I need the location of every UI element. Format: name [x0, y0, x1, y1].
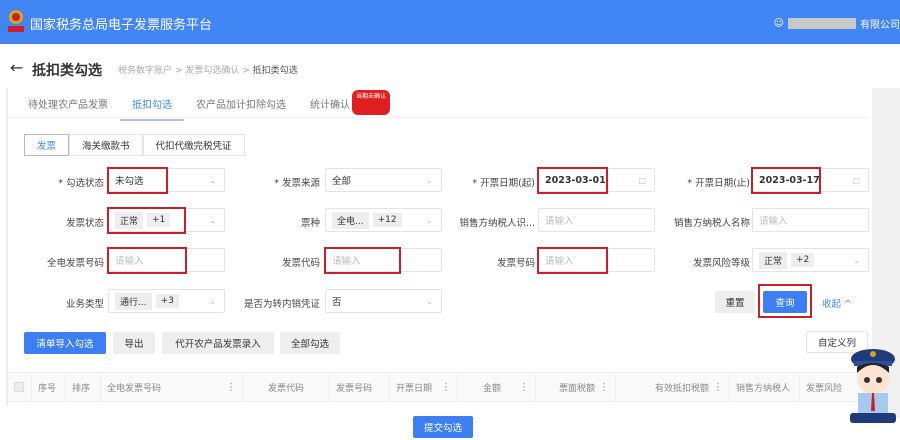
tag-more: +2	[791, 253, 815, 267]
risk-level-select[interactable]: 正常 +2 ⌄	[752, 248, 869, 272]
invoice-status-label: 发票状态	[65, 218, 104, 229]
date-end-label: * 开票日期(止)	[687, 178, 750, 189]
sort-icon: ⋮	[713, 381, 723, 393]
einvoice-no-label: 全电发票号码	[46, 258, 104, 269]
highlight-box	[537, 247, 608, 274]
risk-level-label: 发票风险等级	[692, 258, 750, 269]
highlight-box	[107, 207, 186, 234]
col-tax[interactable]: 票面税额 ⋮	[536, 373, 616, 401]
biz-type-select[interactable]: 通行... +3 ⌄	[108, 289, 225, 313]
transfer-label: 是否为转内销凭证	[243, 299, 320, 310]
subtab-invoice[interactable]: 发票	[24, 134, 70, 156]
highlight-box	[107, 167, 168, 194]
assistant-mascot-icon[interactable]	[846, 345, 900, 425]
col-issue-date[interactable]: 开票日期 ⋮	[390, 373, 458, 401]
company-suffix: 有限公司	[860, 20, 900, 31]
sort-icon: ⋮	[226, 381, 236, 393]
reset-button[interactable]: 重置	[715, 291, 755, 313]
table-header: 序号 排序 全电发票号码 ⋮ 发票代码 发票号码 开票日期 ⋮ 金额 ⋮ 票面税额 ⋮ …	[8, 372, 868, 402]
highlight-box	[751, 167, 821, 194]
subtab-withholding[interactable]: 代扣代缴完税凭证	[142, 134, 245, 156]
breadcrumb-sep: >	[174, 66, 183, 76]
source-label: * 发票来源	[274, 178, 320, 189]
seller-name-label: 销售方纳税人名称	[673, 218, 750, 229]
seller-id-label: 销售方纳税人识...	[459, 218, 535, 229]
check-all-button[interactable]: 全部勾选	[280, 332, 340, 354]
check-status-label: * 勾选状态	[58, 178, 104, 189]
import-check-button[interactable]: 清单导入勾选	[24, 332, 106, 354]
back-arrow-icon[interactable]: ←	[10, 58, 23, 77]
page-title: 抵扣类勾选	[32, 63, 102, 79]
submit-check-button[interactable]: 提交勾选	[413, 416, 473, 438]
highlight-box	[537, 167, 608, 194]
user-icon: ☺	[773, 18, 784, 29]
invoice-no-label: 发票号码	[496, 258, 535, 269]
date-start-label: * 开票日期(起)	[472, 178, 535, 189]
col-label: 票面税额	[558, 383, 595, 394]
transfer-select[interactable]: 否 ⌄	[325, 289, 442, 313]
seller-id-input[interactable]: 请输入	[538, 208, 655, 232]
ticket-type-label: 票种	[300, 218, 320, 229]
invoice-code-label: 发票代码	[281, 258, 320, 269]
col-invoice-no: 发票号码	[330, 373, 390, 401]
divider	[8, 117, 868, 118]
subtab-customs[interactable]: 海关缴款书	[69, 134, 143, 156]
subtab-bar: 发票 海关缴款书 代扣代缴完税凭证	[24, 134, 245, 156]
export-button[interactable]: 导出	[113, 332, 155, 354]
biz-type-label: 业务类型	[65, 299, 104, 310]
col-label: 开票日期	[396, 383, 433, 394]
platform-title: 国家税务总局电子发票服务平台	[30, 18, 213, 33]
tag-more: +12	[372, 213, 402, 227]
col-label: 有效抵扣税额	[654, 383, 709, 394]
agri-invoice-entry-button[interactable]: 代开农产品发票录入	[162, 332, 274, 354]
col-order: 排序	[66, 373, 101, 401]
placeholder: 请输入	[759, 216, 788, 227]
chevron-down-icon: ⌄	[853, 255, 860, 265]
tab-badge: 当期未确认	[352, 90, 391, 115]
highlight-box	[758, 284, 812, 318]
highlight-box	[324, 247, 401, 274]
seller-name-input[interactable]: 请输入	[752, 208, 869, 232]
col-amount[interactable]: 金额 ⋮	[458, 373, 536, 401]
breadcrumb: 税务数字账户 > 发票勾选确认 > 抵扣类勾选	[118, 63, 298, 76]
select-all-checkbox[interactable]	[8, 373, 32, 401]
breadcrumb-item[interactable]: 税务数字账户	[118, 66, 172, 76]
tag-more: +3	[155, 294, 179, 308]
col-effective-tax[interactable]: 有效抵扣税额 ⋮	[616, 373, 730, 401]
breadcrumb-sep: >	[242, 66, 250, 76]
breadcrumb-current: 抵扣类勾选	[252, 66, 298, 76]
highlight-box	[107, 247, 187, 274]
collapse-toggle[interactable]: 收起 ^	[822, 296, 852, 310]
breadcrumb-item[interactable]: 发票勾选确认	[185, 66, 239, 76]
col-invoice-code: 发票代码	[243, 373, 330, 401]
tax-emblem-logo	[8, 10, 24, 32]
col-seller: 销售方纳税人	[730, 373, 800, 401]
calendar-icon: □	[852, 175, 860, 185]
top-header: 国家税务总局电子发票服务平台 ☺ 有限公司	[0, 0, 900, 44]
tag-chip: 正常	[759, 251, 788, 269]
col-index: 序号	[32, 373, 66, 401]
source-value: 全部	[332, 176, 352, 187]
sort-icon: ⋮	[519, 381, 529, 393]
transfer-value: 否	[332, 297, 342, 308]
tag-chip: 全电...	[332, 211, 369, 229]
redacted-company-name	[788, 18, 856, 29]
sort-icon: ⋮	[441, 381, 451, 393]
col-label: 全电发票号码	[107, 383, 162, 394]
chevron-down-icon: ⌄	[426, 296, 433, 306]
user-menu[interactable]: ☺ 有限公司	[774, 16, 900, 31]
col-einvoice-no[interactable]: 全电发票号码 ⋮	[101, 373, 243, 401]
sort-icon: ⋮	[599, 381, 609, 393]
tag-chip: 通行...	[115, 292, 152, 310]
placeholder: 请输入	[545, 216, 574, 227]
col-label: 金额	[482, 383, 501, 394]
